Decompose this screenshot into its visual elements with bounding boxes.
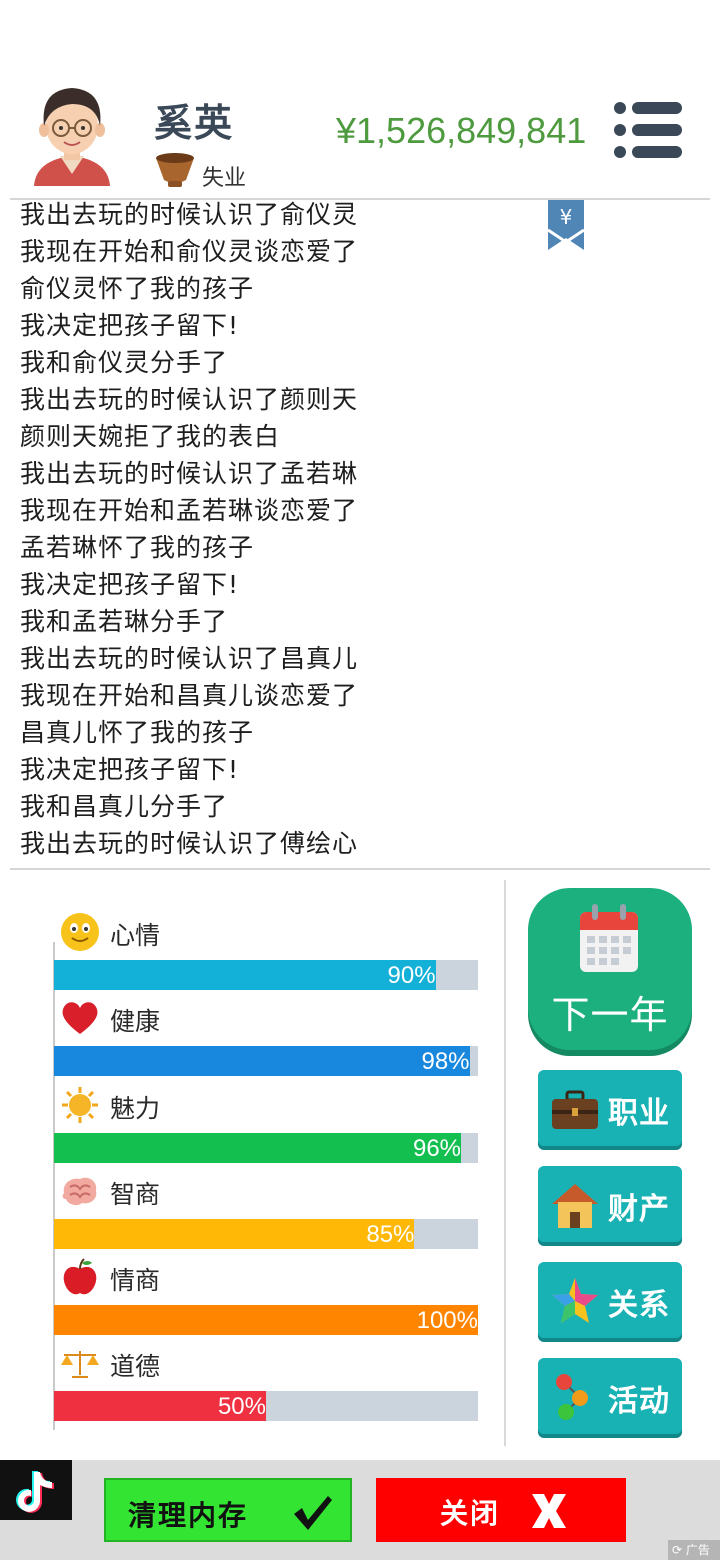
divider [504,880,506,1446]
activity-dots-icon [556,1374,588,1420]
player-name: 奚英 [154,101,235,145]
stat-bar: 50% [54,1391,478,1421]
stat-mood: 心情 90% [54,912,478,998]
star-icon [552,1278,598,1323]
calendar-icon [580,904,638,972]
ad-label: ⟳ 广告 [668,1540,720,1560]
log-line: 我和昌真儿分手了 [20,792,229,821]
next-year-button[interactable]: 下一年 [528,888,692,1050]
clear-memory-label: 清理内存 [128,1499,249,1532]
header: 奚英 失业 ¥1,526,849,841 [0,0,720,200]
assets-label: 财产 [608,1192,670,1227]
log-line: 我现在开始和昌真儿谈恋爱了 [20,681,359,710]
log-line: 昌真儿怀了我的孩子 [20,718,255,747]
avatar[interactable] [26,82,118,186]
tiktok-logo-icon[interactable] [0,1460,72,1520]
bookmark-symbol: ¥ [560,205,573,229]
log-line: 我出去玩的时候认识了俞仪灵 [20,200,359,229]
stat-label: 道德 [110,1352,161,1381]
money-balance: ¥1,526,849,841 [336,110,587,151]
event-log[interactable]: 我出去玩的时候认识了俞仪灵 我现在开始和俞仪灵谈恋爱了 俞仪灵怀了我的孩子 我决… [20,200,540,866]
divider [10,868,710,870]
sun-icon [62,1087,98,1123]
relations-label: 关系 [608,1288,670,1323]
clear-memory-button[interactable]: 清理内存 [104,1478,352,1542]
stat-value: 50% [217,1393,266,1420]
stat-bar: 100% [54,1305,478,1335]
log-line: 俞仪灵怀了我的孩子 [20,274,255,303]
log-line: 我出去玩的时候认识了昌真儿 [20,644,359,673]
stat-label: 智商 [110,1180,161,1209]
next-year-label: 下一年 [551,993,669,1037]
log-line: 我和孟若琳分手了 [20,607,229,636]
stat-bar: 98% [54,1046,478,1076]
log-line: 我现在开始和孟若琳谈恋爱了 [20,496,359,525]
stat-value: 100% [416,1307,478,1334]
stat-value: 85% [366,1221,415,1248]
career-label: 职业 [608,1096,670,1131]
log-line: 我和俞仪灵分手了 [20,348,229,377]
log-line: 我出去玩的时候认识了孟若琳 [20,459,359,488]
log-line: 我决定把孩子留下! [20,570,240,599]
log-line: 颜则天婉拒了我的表白 [20,422,281,451]
money-bookmark-icon[interactable]: ¥ [546,200,586,254]
log-line: 我出去玩的时候认识了颜则天 [20,385,359,414]
smiley-icon [61,913,99,951]
stat-bar: 85% [54,1219,478,1249]
house-icon [552,1184,598,1228]
stat-fill: 100% [54,1305,478,1335]
stat-eq: 情商 100% [54,1257,478,1343]
stat-fill: 90% [54,960,436,990]
close-icon [532,1494,566,1528]
stat-fill: 85% [54,1219,415,1249]
log-line: 我决定把孩子留下! [20,755,240,784]
stat-label: 情商 [110,1266,161,1295]
assets-button[interactable]: 财产 [538,1166,682,1242]
stat-charm: 魅力 96% [54,1085,478,1171]
stat-bar: 90% [54,960,478,990]
log-line: 我现在开始和俞仪灵谈恋爱了 [20,237,359,266]
stat-fill: 98% [54,1046,470,1076]
close-ad-label: 关闭 [440,1497,501,1530]
apple-icon [63,1258,97,1295]
stat-health: 健康 98% [54,998,478,1084]
ad-tag-text: 广告 [685,1543,710,1557]
stat-value: 96% [412,1135,462,1162]
heart-icon [62,1002,98,1034]
career-button[interactable]: 职业 [538,1070,682,1146]
stat-bar: 96% [54,1133,478,1163]
briefcase-icon [552,1090,598,1129]
close-ad-button[interactable]: 关闭 [376,1478,626,1542]
stat-value: 90% [387,962,436,989]
bowl-icon [156,153,194,187]
activities-label: 活动 [608,1384,670,1419]
stat-fill: 50% [54,1391,266,1421]
menu-icon[interactable] [612,100,684,160]
relations-button[interactable]: 关系 [538,1262,682,1338]
scales-icon [61,1351,99,1378]
activities-button[interactable]: 活动 [538,1358,682,1434]
stat-value: 98% [421,1048,470,1075]
log-line: 我决定把孩子留下! [20,311,240,340]
stat-morality: 道德 50% [54,1343,478,1429]
stat-label: 心情 [110,921,161,950]
stat-fill: 96% [54,1133,462,1163]
stat-iq: 智商 85% [54,1171,478,1257]
checkmark-icon [294,1496,332,1530]
stat-label: 魅力 [110,1094,161,1123]
stat-label: 健康 [110,1007,161,1036]
log-line: 孟若琳怀了我的孩子 [20,533,255,562]
log-line: 我出去玩的时候认识了傅绘心 [20,829,359,858]
brain-icon [62,1177,97,1206]
job-status: 失业 [202,166,247,191]
